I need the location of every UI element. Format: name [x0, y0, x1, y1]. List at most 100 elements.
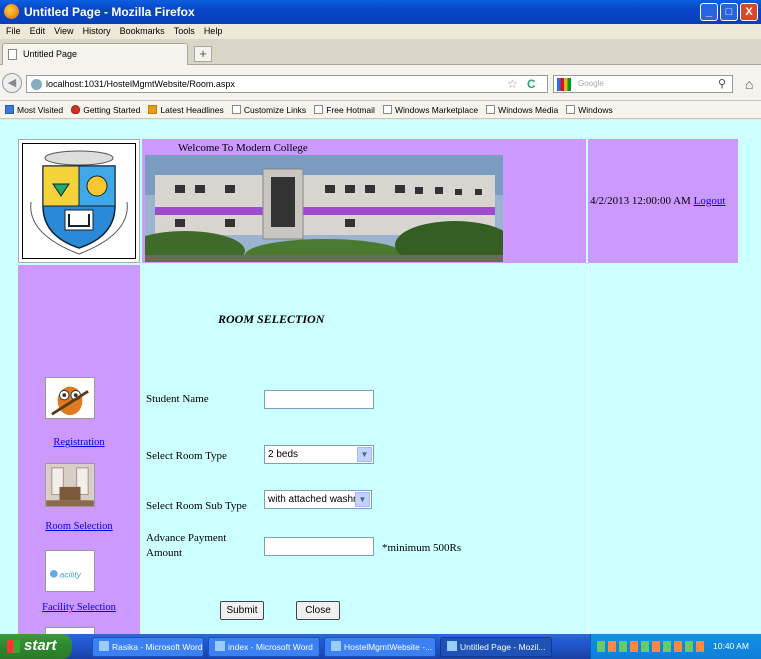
room-type-value: 2 beds	[268, 449, 299, 460]
menu-history[interactable]: History	[83, 24, 111, 39]
clock: 10:40 AM	[713, 641, 749, 651]
windows-flag-icon	[7, 640, 20, 653]
window-title: Untitled Page - Mozilla Firefox	[24, 5, 195, 19]
session-info: 4/2/2013 12:00:00 AM Logout	[590, 195, 725, 207]
word-icon	[215, 641, 225, 651]
menu-view[interactable]: View	[54, 24, 73, 39]
student-name-input[interactable]	[264, 390, 374, 409]
google-icon[interactable]	[557, 78, 571, 91]
maximize-button[interactable]: □	[720, 3, 738, 21]
room-type-select[interactable]: 2 beds ▼	[264, 445, 374, 464]
page-icon	[314, 105, 324, 114]
advance-payment-input[interactable]	[264, 537, 374, 556]
bookmark-most-visited[interactable]: Most Visited	[5, 101, 63, 118]
college-building-image	[145, 155, 503, 262]
close-button[interactable]: Close	[296, 601, 340, 620]
chevron-down-icon[interactable]: ▼	[357, 447, 372, 462]
page-icon	[382, 105, 392, 114]
menu-bar: File Edit View History Bookmarks Tools H…	[0, 24, 761, 39]
tray-icons[interactable]	[597, 641, 707, 652]
banner-cell: Welcome To Modern College	[142, 139, 586, 263]
search-bar[interactable]: Google ⚲	[553, 75, 733, 93]
tab-untitled-page[interactable]: Untitled Page	[2, 43, 188, 65]
room-subtype-label: Select Room Sub Type	[146, 500, 247, 512]
navigation-bar: ◀ localhost:1031/HostelMgmtWebsite/Room.…	[0, 65, 761, 101]
url-text: localhost:1031/HostelMgmtWebsite/Room.as…	[46, 79, 235, 89]
windows-taskbar: start Rasika - Microsoft Word index - Mi…	[0, 634, 761, 659]
sidebar-link-room-selection[interactable]: Room Selection	[18, 521, 140, 532]
chevron-down-icon[interactable]: ▼	[355, 492, 370, 507]
bookmarks-toolbar: Most Visited Getting Started Latest Head…	[0, 101, 761, 119]
page-viewport: Welcome To Modern College 4/2/2013 12:00…	[0, 120, 761, 634]
bookmark-latest-headlines[interactable]: Latest Headlines	[148, 101, 224, 118]
page-icon	[566, 105, 576, 114]
facility-icon[interactable]: acility	[45, 550, 95, 592]
site-identity-icon[interactable]	[31, 79, 42, 90]
reload-icon[interactable]: C	[527, 77, 536, 91]
college-crest-icon	[30, 150, 128, 255]
search-placeholder: Google	[578, 79, 604, 88]
bookmark-windows[interactable]: Windows	[566, 101, 613, 118]
welcome-text: Welcome To Modern College	[178, 142, 308, 154]
minimize-button[interactable]: _	[700, 3, 718, 21]
page-icon	[231, 105, 241, 114]
rss-icon	[148, 105, 158, 114]
new-tab-button[interactable]: +	[194, 46, 212, 62]
bookmark-free-hotmail[interactable]: Free Hotmail	[314, 101, 375, 118]
url-bar[interactable]: localhost:1031/HostelMgmtWebsite/Room.as…	[26, 75, 548, 93]
bookmark-customize-links[interactable]: Customize Links	[231, 101, 306, 118]
header-right-cell: 4/2/2013 12:00:00 AM Logout	[588, 139, 738, 263]
minimum-amount-note: *minimum 500Rs	[382, 542, 462, 554]
menu-help[interactable]: Help	[204, 24, 223, 39]
bookmark-star-icon[interactable]: ☆	[507, 77, 518, 91]
window-titlebar: Untitled Page - Mozilla Firefox _ □ X	[0, 0, 761, 24]
tab-strip: Untitled Page +	[0, 39, 761, 65]
svg-text:acility: acility	[60, 570, 82, 580]
room-icon[interactable]	[45, 463, 95, 507]
advance-payment-label: Advance Payment Amount	[146, 532, 227, 559]
menu-tools[interactable]: Tools	[174, 24, 195, 39]
firefox-bookmark-icon	[71, 105, 81, 114]
task-index-word[interactable]: index - Microsoft Word	[208, 637, 320, 657]
visual-studio-icon	[331, 641, 341, 651]
logout-link[interactable]: Logout	[694, 195, 726, 207]
menu-file[interactable]: File	[6, 24, 21, 39]
word-icon	[99, 641, 109, 651]
menu-edit[interactable]: Edit	[30, 24, 46, 39]
search-icon[interactable]: ⚲	[718, 77, 726, 90]
student-name-label: Student Name	[146, 393, 209, 405]
college-logo	[22, 143, 136, 259]
firefox-icon	[4, 4, 19, 19]
task-rasika-word[interactable]: Rasika - Microsoft Word	[92, 637, 204, 657]
scrollbar[interactable]	[747, 120, 761, 634]
sidebar-next-thumbnail	[45, 627, 95, 634]
system-tray: 10:40 AM	[590, 634, 761, 659]
page-title: ROOM SELECTION	[218, 312, 325, 326]
firefox-icon	[447, 641, 457, 651]
home-icon[interactable]: ⌂	[745, 76, 753, 92]
bookmark-windows-marketplace[interactable]: Windows Marketplace	[382, 101, 478, 118]
owl-icon[interactable]	[45, 377, 95, 419]
task-untitled-page-firefox[interactable]: Untitled Page - Mozil...	[440, 637, 552, 657]
sidebar-link-facility-selection[interactable]: Facility Selection	[18, 602, 140, 613]
bookmark-getting-started[interactable]: Getting Started	[71, 101, 140, 118]
back-button[interactable]: ◀	[2, 73, 22, 93]
room-subtype-value: with attached washrc	[268, 494, 362, 505]
bookmark-windows-media[interactable]: Windows Media	[486, 101, 558, 118]
room-selection-form: ROOM SELECTION Student Name Select Room …	[142, 265, 586, 634]
page-icon	[8, 49, 17, 60]
close-window-button[interactable]: X	[740, 3, 758, 21]
task-hostelmgmtwebsite[interactable]: HostelMgmtWebsite -...	[324, 637, 436, 657]
start-button[interactable]: start	[0, 634, 72, 659]
room-subtype-select[interactable]: with attached washrc ▼	[264, 490, 372, 509]
submit-button[interactable]: Submit	[220, 601, 264, 620]
current-datetime: 4/2/2013 12:00:00 AM	[590, 195, 691, 207]
college-logo-cell	[18, 139, 140, 263]
page-icon	[486, 105, 496, 114]
sidebar-link-registration[interactable]: Registration	[18, 437, 140, 448]
menu-bookmarks[interactable]: Bookmarks	[120, 24, 165, 39]
sidebar-nav: Registration Room Selection acility Faci…	[18, 265, 140, 634]
right-column	[588, 265, 738, 634]
bookmark-folder-icon	[5, 105, 14, 114]
tab-label: Untitled Page	[23, 49, 78, 59]
